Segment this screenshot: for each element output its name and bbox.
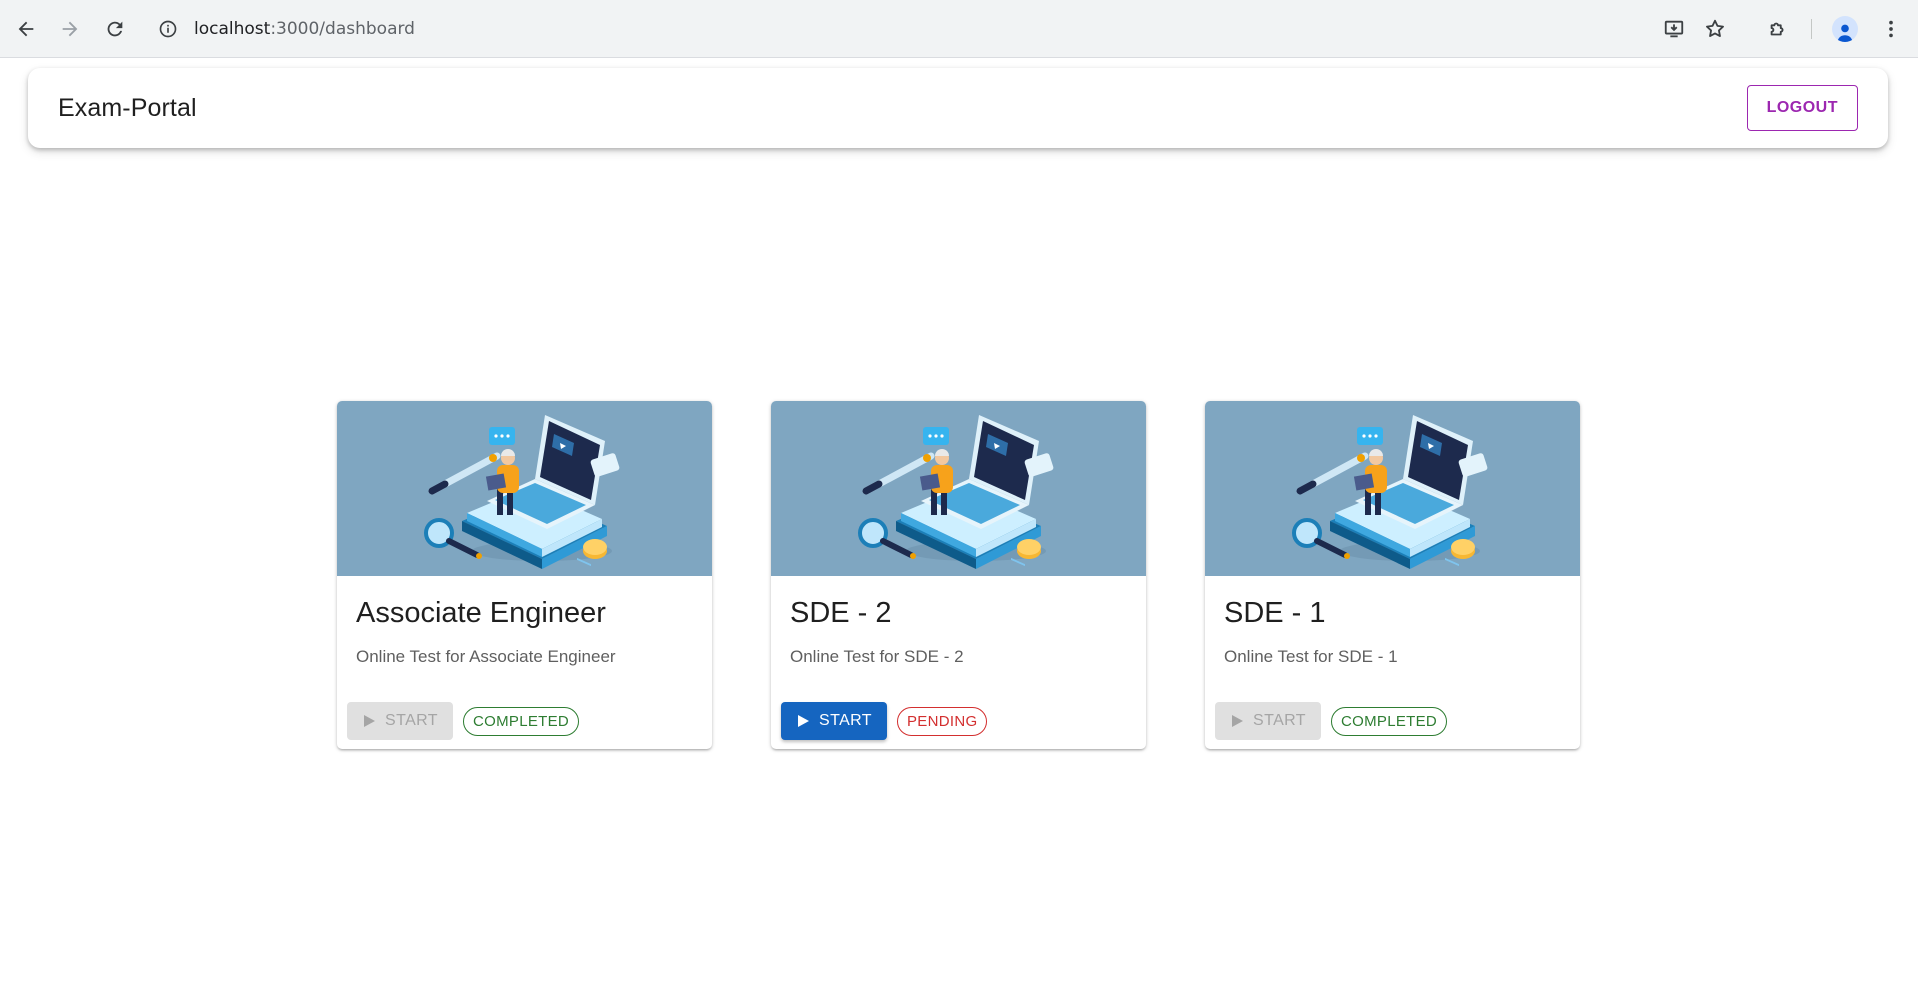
status-badge: COMPLETED [463, 706, 580, 736]
play-icon [1230, 714, 1244, 728]
play-icon [796, 714, 810, 728]
exam-card: SDE - 1 Online Test for SDE - 1 START COMPL… [1205, 401, 1580, 749]
app-title: Exam-Portal [58, 93, 197, 122]
start-exam-button[interactable]: START [1215, 702, 1321, 740]
exam-description: Online Test for SDE - 2 [790, 647, 964, 666]
play-icon [362, 714, 376, 728]
start-exam-button[interactable]: START [347, 702, 453, 740]
reload-button[interactable] [97, 11, 133, 47]
back-button[interactable] [8, 11, 44, 47]
puzzle-icon [1770, 22, 1784, 36]
profile-button[interactable] [1827, 11, 1863, 47]
start-label: START [819, 712, 872, 729]
start-label: START [385, 712, 438, 729]
arrow-left-icon [18, 21, 34, 37]
exam-description: Online Test for Associate Engineer [356, 647, 616, 666]
exam-card: SDE - 2 Online Test for SDE - 2 START PENDI… [771, 401, 1146, 749]
exam-title: SDE - 1 [1224, 597, 1326, 629]
bookmark-button[interactable] [1697, 11, 1733, 47]
exam-title: SDE - 2 [790, 597, 892, 629]
forward-button[interactable] [52, 11, 88, 47]
exam-illustration [1205, 401, 1580, 576]
card-actions: START COMPLETED [1215, 702, 1448, 740]
toolbar-divider [1811, 19, 1812, 39]
avatar [1832, 16, 1858, 42]
star-icon [1706, 19, 1724, 37]
logout-button[interactable]: LOGOUT [1746, 85, 1858, 131]
install-app-button[interactable] [1656, 11, 1692, 47]
card-actions: START COMPLETED [347, 702, 580, 740]
extensions-button[interactable] [1760, 11, 1796, 47]
exam-card: Associate Engineer Online Test for Associ… [337, 401, 712, 749]
status-badge: COMPLETED [1331, 706, 1448, 736]
start-label: START [1253, 712, 1306, 729]
exam-title: Associate Engineer [356, 597, 606, 629]
url-host: localhost [194, 19, 271, 39]
browser-menu-button[interactable] [1873, 11, 1909, 47]
arrow-right-icon [62, 21, 78, 37]
site-info-icon[interactable] [150, 11, 186, 47]
browser-toolbar: localhost:3000/dashboard [0, 0, 1918, 58]
exam-illustration [337, 401, 712, 576]
exam-illustration [771, 401, 1146, 576]
more-vert-icon [1889, 20, 1893, 38]
person-icon [1837, 24, 1853, 42]
reload-icon [107, 21, 123, 37]
start-exam-button[interactable]: START [781, 702, 887, 740]
status-badge: PENDING [897, 706, 988, 736]
url-path: :3000/dashboard [270, 19, 415, 39]
install-desktop-icon [1664, 20, 1684, 38]
exam-card-list: Associate Engineer Online Test for Associ… [337, 401, 1580, 749]
exam-description: Online Test for SDE - 1 [1224, 647, 1398, 666]
app-header: Exam-Portal LOGOUT [28, 68, 1888, 148]
url-text[interactable]: localhost:3000/dashboard [194, 19, 415, 39]
address-bar[interactable]: localhost:3000/dashboard [150, 8, 1610, 50]
card-actions: START PENDING [781, 702, 988, 740]
